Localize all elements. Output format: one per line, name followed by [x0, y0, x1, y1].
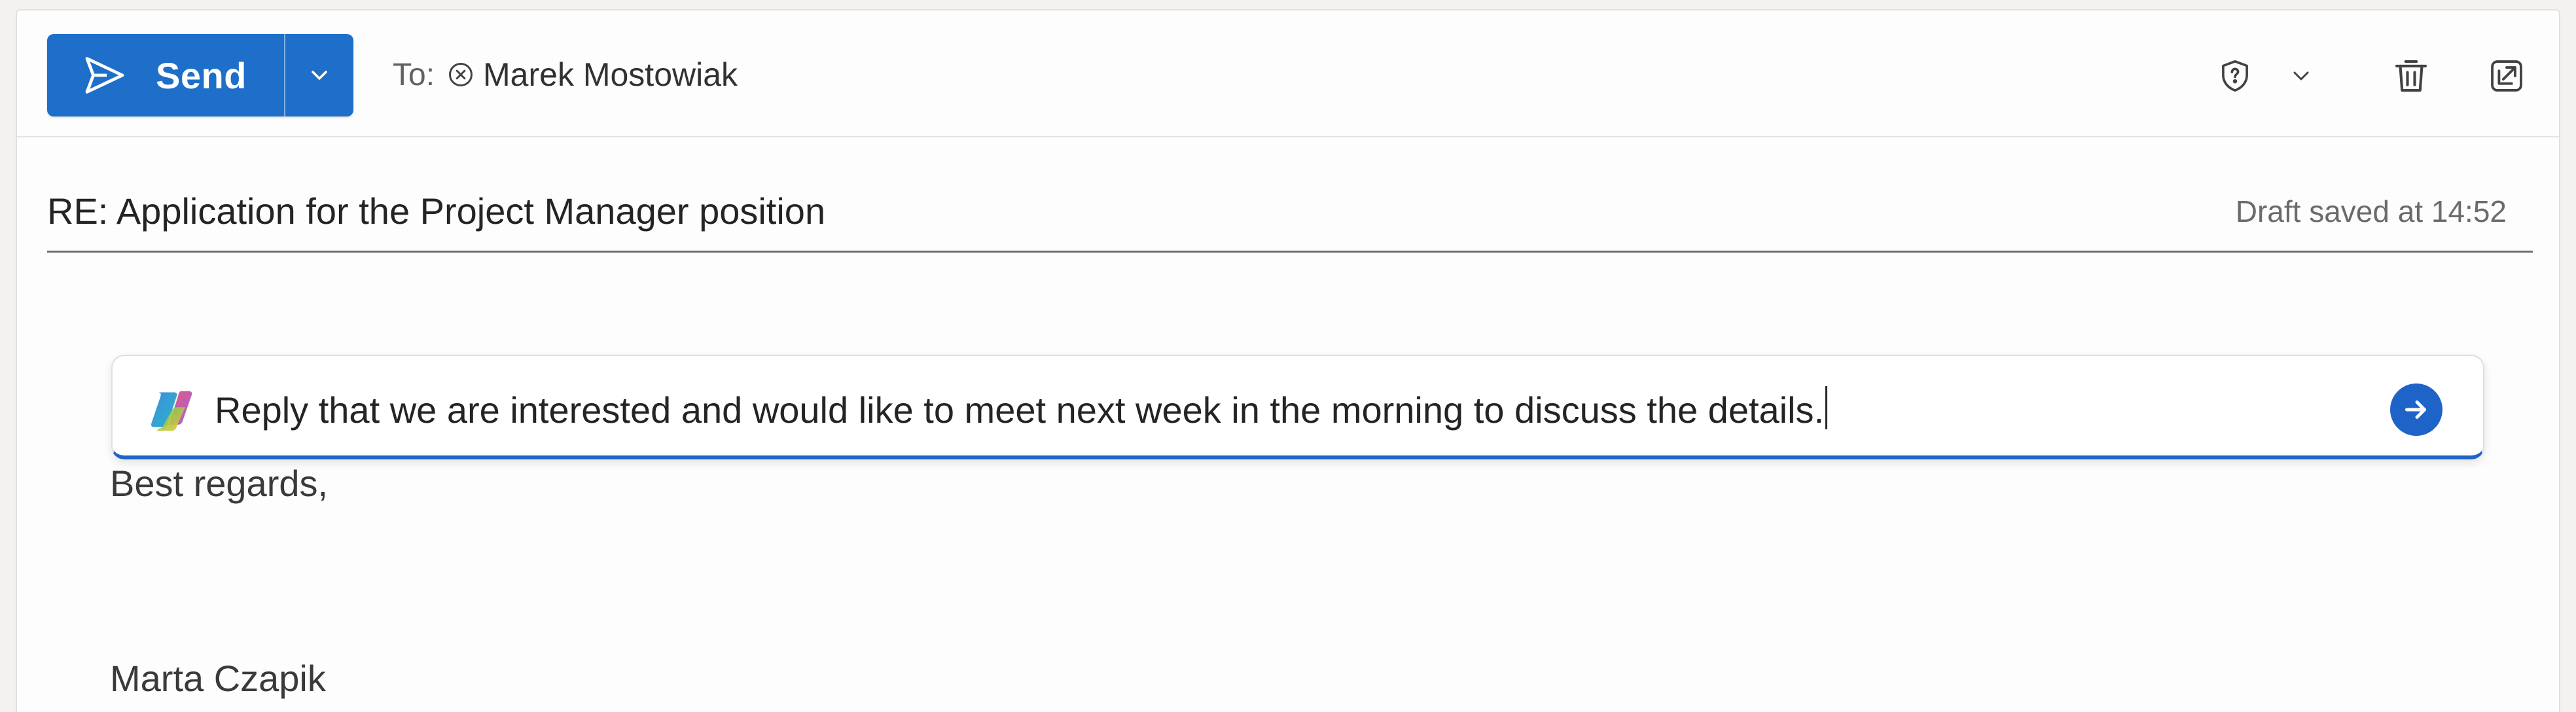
arrow-right-icon: [2405, 400, 2426, 419]
copilot-prompt-box[interactable]: Reply that we are interested and would l…: [111, 355, 2484, 459]
subject-text[interactable]: RE: Application for the Project Manager …: [47, 190, 825, 232]
pop-out-icon: [2491, 60, 2522, 92]
chevron-down-icon: [2293, 71, 2309, 80]
draft-status: Draft saved at 14:52: [2235, 194, 2507, 228]
copilot-prompt-input[interactable]: Reply that we are interested and would l…: [215, 386, 1828, 431]
send-options-button[interactable]: [285, 34, 353, 116]
copilot-submit-button[interactable]: [2390, 383, 2442, 436]
sensitivity-control: [2212, 50, 2321, 102]
send-icon: [85, 57, 124, 94]
send-label: Send: [156, 54, 247, 96]
chevron-down-icon: [312, 71, 327, 80]
subject-field[interactable]: RE: Application for the Project Manager …: [47, 182, 2533, 253]
copilot-prompt-text: Reply that we are interested and would l…: [215, 389, 1825, 431]
compose-toolbar: Send To: Marek Mostowiak: [17, 10, 2559, 137]
to-label[interactable]: To:: [393, 57, 435, 93]
copilot-icon: [151, 391, 192, 431]
body-closing[interactable]: Best regards,: [110, 462, 328, 505]
text-cursor: [1825, 386, 1828, 429]
remove-recipient-icon[interactable]: [446, 60, 475, 89]
pop-out-button[interactable]: [2480, 50, 2533, 102]
shield-question-icon: [2222, 60, 2248, 92]
trash-icon: [2395, 60, 2427, 92]
sensitivity-dropdown[interactable]: [2281, 50, 2321, 102]
recipient-name: Marek Mostowiak: [483, 56, 738, 93]
recipient-chip[interactable]: Marek Mostowiak: [446, 56, 738, 94]
send-button[interactable]: Send: [47, 34, 284, 116]
discard-button[interactable]: [2385, 50, 2437, 102]
recipients-row: To: Marek Mostowiak: [393, 56, 738, 93]
sensitivity-button[interactable]: [2212, 50, 2258, 102]
compose-window: Send To: Marek Mostowiak RE: Application…: [16, 9, 2560, 712]
body-signature[interactable]: Marta Czapik: [110, 657, 326, 700]
send-button-group: Send: [47, 34, 353, 116]
